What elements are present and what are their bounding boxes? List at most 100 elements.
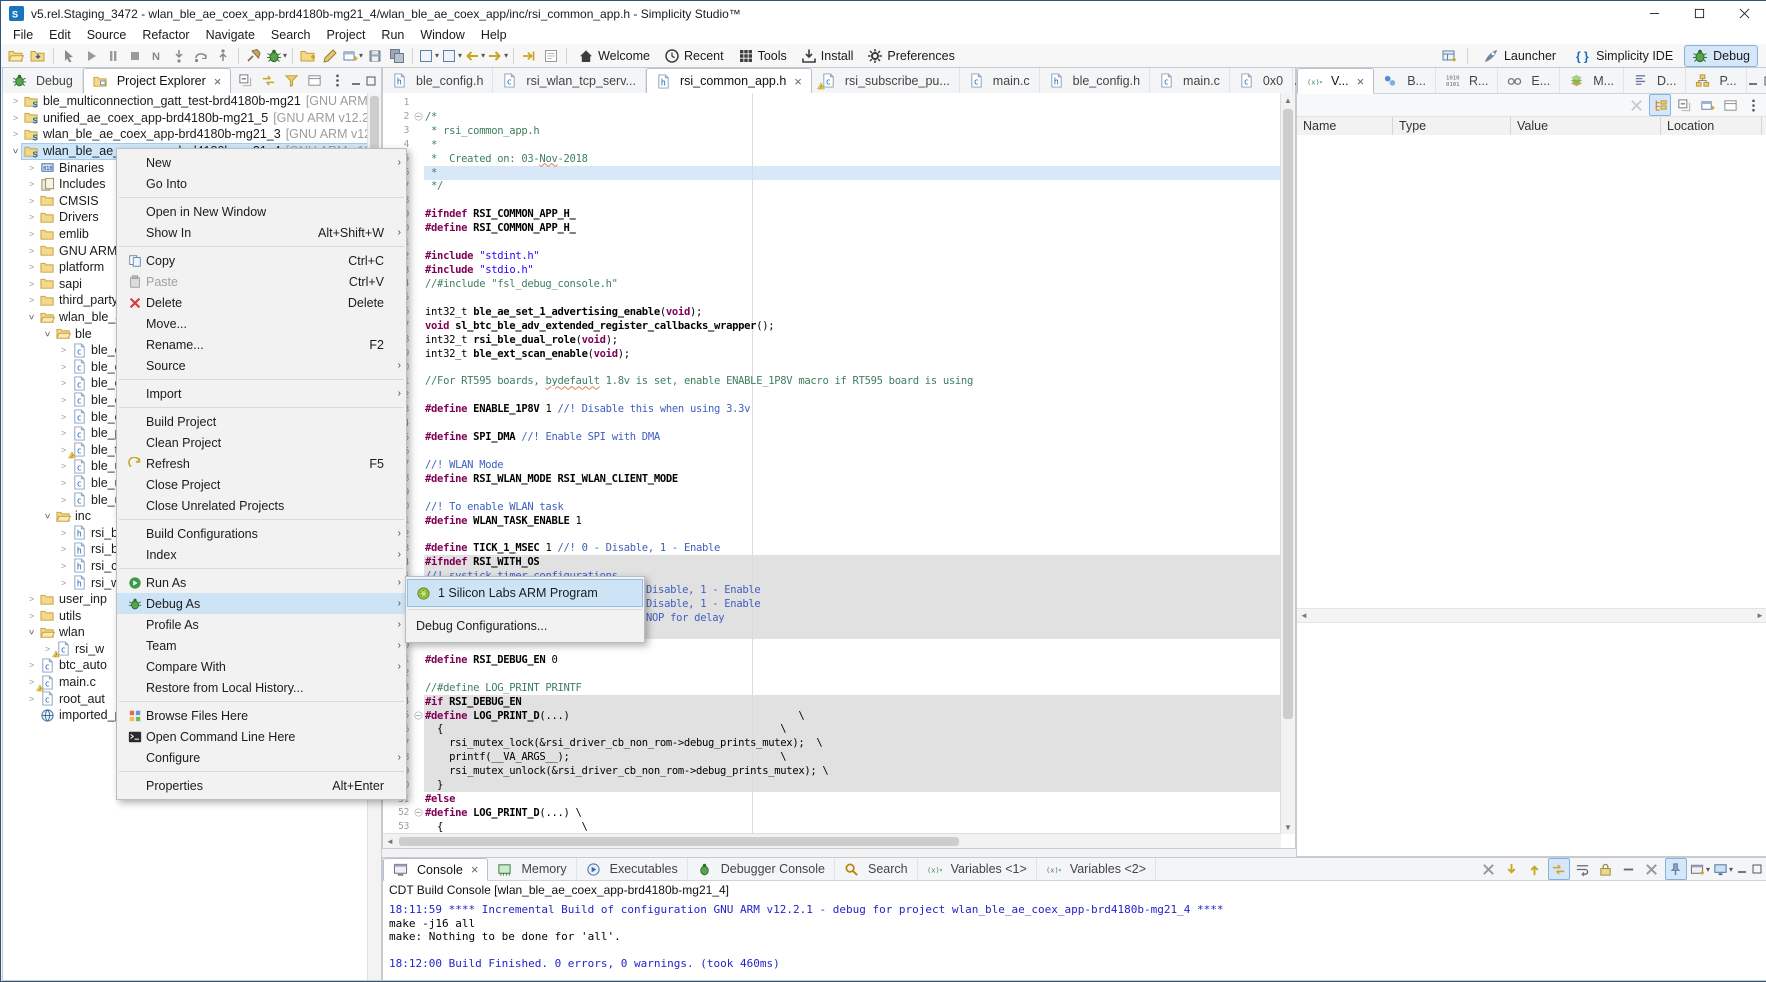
restore-window-button[interactable]	[1677, 1, 1722, 26]
close-icon[interactable]: ×	[794, 75, 802, 88]
twisty-icon[interactable]: >	[27, 311, 37, 324]
twisty-icon[interactable]: >	[25, 611, 38, 621]
context-menu-item-new[interactable]: New›	[117, 152, 406, 173]
preferences-button[interactable]: Preferences	[867, 48, 954, 64]
install-button[interactable]: Install	[801, 48, 854, 64]
twisty-icon[interactable]: >	[57, 362, 70, 372]
twisty-icon[interactable]: >	[43, 510, 53, 523]
tools-button[interactable]: Tools	[738, 48, 787, 64]
line-number[interactable]: 2	[383, 111, 412, 122]
context-menu-item-properties[interactable]: PropertiesAlt+Enter	[117, 775, 406, 796]
menu-source[interactable]: Source	[79, 27, 135, 43]
editor-tab-ble-config-h[interactable]: hble_config.h	[1040, 68, 1150, 93]
editor-tab-rsi-wlan-tcp-serv[interactable]: crsi_wlan_tcp_serv...	[493, 68, 646, 93]
show-type-names-icon[interactable]	[1626, 95, 1646, 115]
context-menu-item-go-into[interactable]: Go Into	[117, 173, 406, 194]
line-number[interactable]: 52	[383, 807, 412, 818]
context-menu-item-paste[interactable]: PasteCtrl+V	[117, 271, 406, 292]
twisty-icon[interactable]: >	[25, 179, 38, 189]
step-return-icon[interactable]	[213, 46, 233, 66]
context-menu-item-open-command-line-here[interactable]: Open Command Line Here	[117, 726, 406, 747]
menu-search[interactable]: Search	[263, 27, 319, 43]
resume-icon[interactable]	[81, 46, 101, 66]
close-icon[interactable]: ×	[1357, 75, 1365, 88]
context-menu-item-debug-as[interactable]: Debug As›	[117, 593, 406, 614]
link-with-debug-icon[interactable]	[1548, 858, 1570, 880]
step-over-icon[interactable]	[191, 46, 211, 66]
twisty-icon[interactable]: >	[25, 212, 38, 222]
open-new-window-icon[interactable]: ▾	[342, 46, 363, 66]
show-logical-structure-icon[interactable]	[1649, 94, 1671, 116]
context-menu-item-run-as[interactable]: Run As›	[117, 572, 406, 593]
editor-tab-ble-config-h[interactable]: hble_config.h	[383, 68, 493, 93]
line-number[interactable]: 3	[383, 125, 412, 136]
terminate-icon[interactable]	[125, 46, 145, 66]
console-tab-console[interactable]: Console×	[383, 858, 488, 881]
twisty-icon[interactable]: >	[43, 327, 53, 340]
context-menu-item-close-unrelated-projects[interactable]: Close Unrelated Projects	[117, 495, 406, 516]
twisty-icon[interactable]: >	[57, 378, 70, 388]
context-menu-item-move[interactable]: Move...	[117, 313, 406, 334]
context-menu-item-refresh[interactable]: RefreshF5	[117, 453, 406, 474]
variables-horizontal-scrollbar[interactable]: ◄ ►	[1297, 608, 1766, 623]
twisty-icon[interactable]: >	[25, 163, 38, 173]
menu-navigate[interactable]: Navigate	[198, 27, 263, 43]
twisty-icon[interactable]: >	[57, 412, 70, 422]
right-tab-r[interactable]: 10100101R...	[1436, 68, 1498, 93]
twisty-icon[interactable]: >	[57, 345, 70, 355]
pin-view-icon[interactable]	[1720, 95, 1740, 115]
maximize-view-icon[interactable]	[1763, 75, 1766, 87]
maximize-view-icon[interactable]	[365, 75, 377, 87]
twisty-icon[interactable]: >	[9, 129, 22, 139]
perspective-launcher[interactable]: Launcher	[1475, 45, 1564, 67]
perspective-simplicity-ide[interactable]: { }Simplicity IDE	[1567, 45, 1681, 67]
editor-tab-main-c[interactable]: cmain.c	[1150, 68, 1230, 93]
perspective-debug[interactable]: Debug	[1684, 45, 1758, 67]
profile-launch-icon[interactable]: ▾	[418, 46, 439, 66]
left-tab-debug[interactable]: Debug	[3, 68, 83, 93]
context-menu-item-index[interactable]: Index›	[117, 544, 406, 565]
save-icon[interactable]	[365, 46, 385, 66]
context-menu-item-close-project[interactable]: Close Project	[117, 474, 406, 495]
twisty-icon[interactable]: >	[57, 578, 70, 588]
twisty-icon[interactable]: >	[27, 626, 37, 639]
maximize-view-icon[interactable]	[1751, 863, 1763, 875]
scroll-down-icon[interactable]: ▼	[1281, 820, 1295, 834]
tree-item-wlan-ble-ae-coex-app-brd4180b-mg21-3[interactable]: >Swlan_ble_ae_coex_app-brd4180b-mg21_3[G…	[3, 126, 368, 143]
word-wrap-icon[interactable]	[1573, 859, 1593, 879]
remove-launch-icon[interactable]	[1479, 859, 1499, 879]
open-file-icon[interactable]	[6, 46, 26, 66]
menu-edit[interactable]: Edit	[41, 27, 79, 43]
twisty-icon[interactable]: >	[57, 528, 70, 538]
scroll-left-icon[interactable]: ◄	[383, 834, 397, 848]
twisty-icon[interactable]: >	[57, 544, 70, 554]
view-menu-icon[interactable]	[327, 71, 347, 91]
run-launch-icon[interactable]: ▾	[441, 46, 462, 66]
context-menu-item-build-configurations[interactable]: Build Configurations›	[117, 523, 406, 544]
console-tab-variables-2[interactable]: (x)=Variables <2>	[1037, 858, 1156, 880]
right-tab-b[interactable]: B...	[1374, 68, 1436, 93]
pin-console-icon[interactable]	[1665, 858, 1687, 880]
minimize-view-icon[interactable]	[1736, 863, 1748, 875]
editor-tab-0x0[interactable]: c0x0	[1230, 68, 1293, 93]
context-menu-item-team[interactable]: Team›	[117, 635, 406, 656]
editor-tab-rsi-subscribe-pu[interactable]: c!rsi_subscribe_pu...	[812, 68, 960, 93]
twisty-icon[interactable]: >	[25, 279, 38, 289]
right-tab-p[interactable]: P...	[1686, 68, 1746, 93]
twisty-icon[interactable]: >	[25, 196, 38, 206]
fold-marker-icon[interactable]	[412, 808, 425, 817]
editor-tab-main-c[interactable]: cmain.c	[960, 68, 1040, 93]
disconnect-icon[interactable]: N	[147, 46, 167, 66]
context-menu-item-copy[interactable]: CopyCtrl+C	[117, 250, 406, 271]
console-tab-variables-1[interactable]: (x)=Variables <1>	[918, 858, 1037, 880]
twisty-icon[interactable]: >	[25, 594, 38, 604]
open-perspective-icon[interactable]	[1439, 46, 1459, 66]
context-menu-item-clean-project[interactable]: Clean Project	[117, 432, 406, 453]
submenu-item-1-silicon-labs-arm-program[interactable]: 1 Silicon Labs ARM Program	[408, 580, 642, 606]
focus-on-active-task-icon[interactable]	[304, 71, 324, 91]
right-tab-m[interactable]: M...	[1560, 68, 1624, 93]
submenu-item-debug-configurations[interactable]: Debug Configurations...	[408, 613, 642, 639]
welcome-button[interactable]: Welcome	[578, 48, 650, 64]
twisty-icon[interactable]: >	[9, 113, 22, 123]
twisty-icon[interactable]: >	[57, 461, 70, 471]
